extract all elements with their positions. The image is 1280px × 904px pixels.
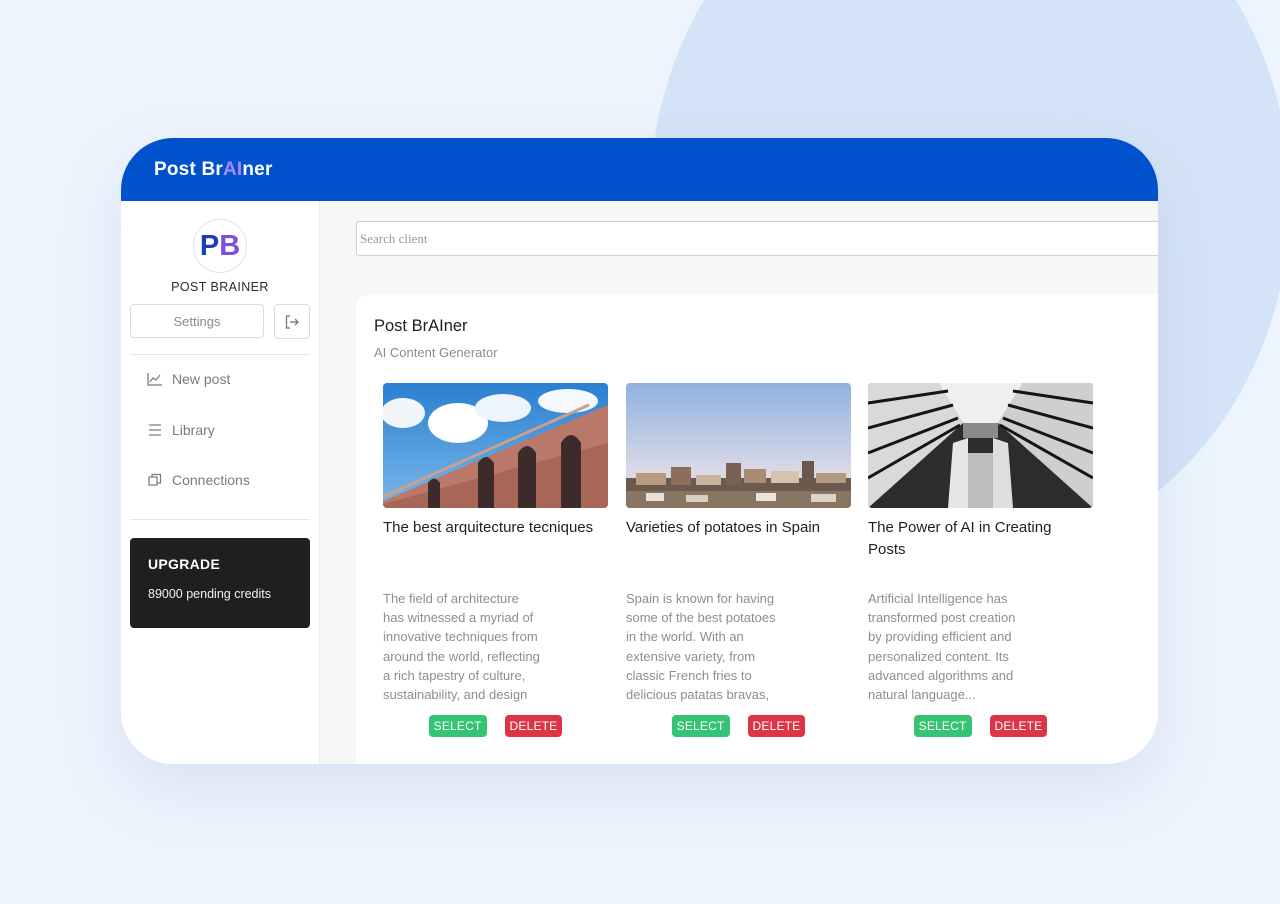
- delete-button[interactable]: DELETE: [747, 715, 806, 737]
- sidebar: PB POST BRAINER Settings New post Librar…: [121, 201, 320, 764]
- upgrade-card[interactable]: UPGRADE 89000 pending credits: [130, 538, 310, 628]
- building-facade-image[interactable]: [383, 383, 608, 508]
- sidebar-item-label: New post: [172, 371, 231, 387]
- panel-subtitle: AI Content Generator: [374, 345, 498, 360]
- post-title[interactable]: The Power of AI in Creating Posts: [868, 517, 1093, 583]
- delete-button[interactable]: DELETE: [989, 715, 1048, 737]
- post-title[interactable]: Varieties of potatoes in Spain: [626, 517, 851, 583]
- logout-button[interactable]: [274, 304, 310, 339]
- card-actions: SELECT DELETE: [626, 715, 851, 737]
- post-title[interactable]: The best arquitecture tecniques: [383, 517, 608, 583]
- chart-line-icon: [147, 373, 162, 386]
- brand-logo[interactable]: Post BrAIner: [154, 159, 273, 181]
- select-button[interactable]: SELECT: [671, 715, 730, 737]
- upgrade-title: UPGRADE: [148, 556, 221, 572]
- pending-credits: 89000 pending credits: [148, 587, 272, 601]
- sidebar-item-label: Library: [172, 422, 215, 438]
- sidebar-item-new-post[interactable]: New post: [147, 367, 230, 391]
- sidebar-divider: [130, 354, 310, 355]
- main-content: Post BrAIner AI Content Generator: [320, 201, 1158, 764]
- posts-panel: Post BrAIner AI Content Generator The be…: [356, 294, 1158, 764]
- settings-button[interactable]: Settings: [130, 304, 264, 338]
- avatar[interactable]: PB: [193, 219, 247, 273]
- brand-text-prefix: Post Br: [154, 158, 223, 180]
- app-window: Post BrAIner PB POST BRAINER Settings Ne…: [121, 138, 1158, 764]
- spiral-interior-image[interactable]: [868, 383, 1093, 508]
- avatar-letter-b: B: [219, 229, 241, 262]
- sidebar-item-label: Connections: [172, 472, 250, 488]
- brand-text-ai: AI: [222, 158, 243, 180]
- avatar-letter-p: P: [199, 229, 220, 262]
- logout-icon: [285, 314, 299, 329]
- app-header: Post BrAIner: [121, 138, 1158, 201]
- panel-title: Post BrAIner: [374, 317, 468, 335]
- profile-name: POST BRAINER: [171, 280, 269, 294]
- spanish-town-image[interactable]: [626, 383, 851, 508]
- delete-button[interactable]: DELETE: [504, 715, 563, 737]
- post-description: Spain is known for having some of the be…: [626, 591, 776, 703]
- post-description: Artificial Intelligence has transformed …: [868, 591, 1016, 703]
- search-input[interactable]: [356, 221, 1158, 256]
- sidebar-divider: [130, 519, 310, 520]
- menu-lines-icon: [149, 424, 161, 436]
- select-button[interactable]: SELECT: [428, 715, 487, 737]
- sidebar-item-library[interactable]: Library: [147, 418, 215, 442]
- card-actions: SELECT DELETE: [383, 715, 608, 737]
- sidebar-item-connections[interactable]: Connections: [147, 468, 250, 492]
- brand-text-suffix: ner: [242, 158, 273, 180]
- post-card: The Power of AI in Creating Posts Artifi…: [868, 383, 1093, 737]
- post-description: The field of architecture has witnessed …: [383, 591, 540, 703]
- post-card: Varieties of potatoes in Spain Spain is …: [626, 383, 851, 737]
- post-card: The best arquitecture tecniques The fiel…: [383, 383, 608, 737]
- select-button[interactable]: SELECT: [913, 715, 972, 737]
- copy-windows-icon: [148, 473, 162, 486]
- card-actions: SELECT DELETE: [868, 715, 1093, 737]
